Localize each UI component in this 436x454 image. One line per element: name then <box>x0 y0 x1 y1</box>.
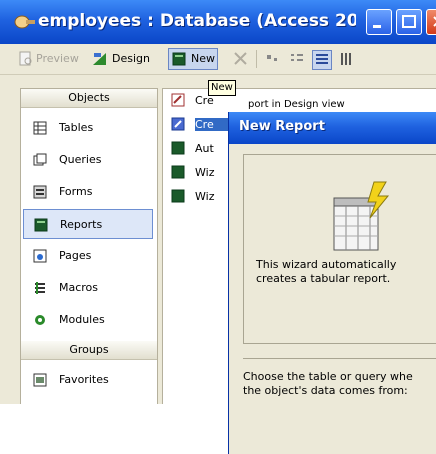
form-icon <box>33 185 47 199</box>
wizard-preview-box: This wizard automatically creates a tabu… <box>243 154 436 344</box>
sidebar-item-pages[interactable]: Pages <box>23 241 153 271</box>
sidebar-item-macros[interactable]: Macros <box>23 273 153 303</box>
groups-header[interactable]: Groups <box>21 341 157 360</box>
new-button[interactable]: New <box>168 48 218 70</box>
sidebar-item-label: Macros <box>59 281 99 294</box>
database-toolbar: Preview Design New <box>0 44 436 75</box>
sidebar-item-label: Modules <box>59 313 105 326</box>
report-wizard-icon <box>333 181 390 251</box>
new-report-icon <box>172 52 186 66</box>
close-button[interactable] <box>426 9 436 35</box>
large-icons-icon[interactable] <box>264 50 282 68</box>
access-key-icon <box>14 15 35 29</box>
dialog-title: New Report <box>239 119 325 134</box>
list-view-icon[interactable] <box>312 50 332 70</box>
query-icon <box>33 153 47 166</box>
title-bar[interactable]: employees : Database (Access 2002 ... <box>0 0 436 45</box>
create-design-icon <box>171 93 185 107</box>
sidebar-item-forms[interactable]: Forms <box>23 177 153 207</box>
sidebar-item-label: Queries <box>59 153 102 166</box>
wizard-icon <box>171 117 185 131</box>
wizard-description: This wizard automatically creates a tabu… <box>256 258 397 285</box>
dialog-title-bar[interactable]: New Report <box>229 112 436 144</box>
close-icon <box>433 16 436 27</box>
favorites-icon <box>33 373 47 387</box>
report-icon <box>171 141 185 155</box>
choose-table-label: Choose the table or query whe the object… <box>243 370 413 397</box>
sidebar-item-modules[interactable]: Modules <box>23 305 153 335</box>
minimize-button[interactable] <box>366 9 392 35</box>
report-icon <box>34 218 48 232</box>
sidebar-item-label: Forms <box>59 185 93 198</box>
small-icons-icon[interactable] <box>288 50 306 68</box>
maximize-button[interactable] <box>396 9 422 35</box>
maximize-icon <box>402 15 416 28</box>
sidebar-item-favorites[interactable]: Favorites <box>23 365 153 395</box>
objects-bar: Objects Tables Queries Forms Reports Pag… <box>20 88 158 404</box>
preview-label: Preview <box>36 52 79 65</box>
design-icon <box>93 53 106 65</box>
table-icon <box>33 121 47 135</box>
delete-icon[interactable] <box>232 50 250 68</box>
minimize-icon <box>373 25 381 28</box>
details-view-icon[interactable] <box>338 50 356 68</box>
module-icon <box>35 315 45 325</box>
sidebar-item-reports[interactable]: Reports <box>23 209 153 239</box>
preview-button[interactable]: Preview <box>18 48 88 70</box>
new-button-tooltip: New <box>208 80 236 96</box>
sidebar-item-label: Tables <box>59 121 94 134</box>
design-label: Design <box>112 52 150 65</box>
partial-list-text: port in Design view <box>248 99 345 110</box>
report-icon <box>171 165 185 179</box>
page-icon <box>33 249 47 263</box>
window-title: employees : Database (Access 2002 ... <box>38 11 356 31</box>
new-label: New <box>191 52 215 65</box>
design-button[interactable]: Design <box>92 48 164 70</box>
objects-header[interactable]: Objects <box>21 89 157 108</box>
macro-icon <box>35 282 45 294</box>
new-report-dialog: New Report This wizard automatically cre… <box>228 112 436 454</box>
toolbar-separator <box>256 50 257 68</box>
sidebar-item-tables[interactable]: Tables <box>23 113 153 143</box>
sidebar-item-label: Favorites <box>59 373 109 386</box>
sidebar-item-label: Pages <box>59 249 92 262</box>
report-icon <box>171 189 185 203</box>
dialog-separator <box>243 358 436 359</box>
sidebar-item-queries[interactable]: Queries <box>23 145 153 175</box>
sidebar-item-label: Reports <box>60 218 103 231</box>
preview-icon <box>19 51 32 66</box>
